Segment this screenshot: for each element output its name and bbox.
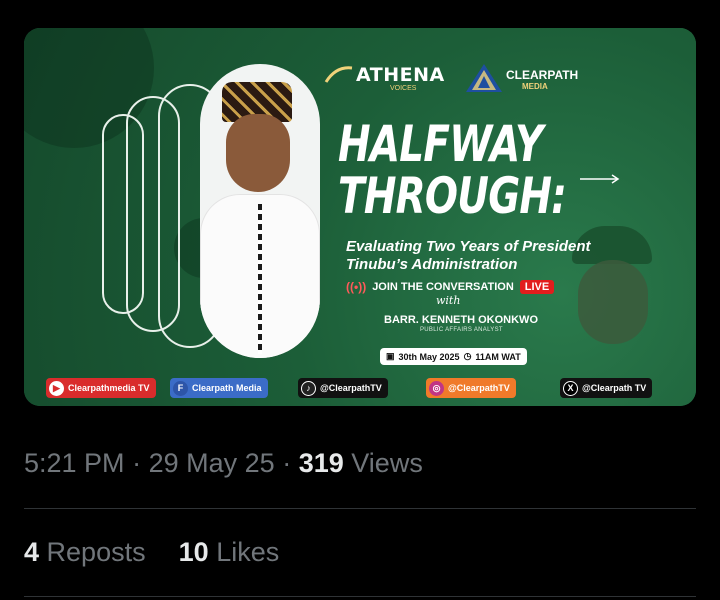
clearpath-triangle-icon bbox=[466, 64, 502, 92]
clearpath-logo-subtext: MEDIA bbox=[522, 82, 548, 91]
broadcast-icon: ((•)) bbox=[346, 280, 367, 294]
headline-line-2: THROUGH: bbox=[338, 167, 567, 225]
reposts-stat[interactable]: 4 Reposts bbox=[24, 537, 153, 567]
athena-logo-subtext: VOICES bbox=[390, 85, 417, 92]
athena-logo-text: ATHENA bbox=[356, 64, 445, 86]
likes-label: Likes bbox=[216, 537, 280, 567]
divider bbox=[24, 508, 696, 509]
facebook-icon: F bbox=[173, 380, 188, 396]
post-media-image[interactable]: ATHENA VOICES CLEARPATH MEDIA HALFWAY TH… bbox=[24, 28, 696, 406]
x-logo-icon: X bbox=[563, 380, 578, 396]
tiktok-handle-text: @ClearpathTV bbox=[320, 383, 382, 393]
post-time[interactable]: 5:21 PM bbox=[24, 448, 125, 478]
reposts-label: Reposts bbox=[46, 537, 146, 567]
flyer-headline: HALFWAY THROUGH: bbox=[338, 115, 567, 225]
join-text: JOIN THE CONVERSATION bbox=[372, 281, 514, 293]
facebook-handle-text: Clearpath Media bbox=[192, 383, 262, 393]
likes-count: 10 bbox=[178, 537, 209, 567]
guest-role: PUBLIC AFFAIRS ANALYST bbox=[420, 327, 503, 333]
athena-voices-logo: ATHENA VOICES bbox=[324, 62, 444, 92]
separator: · bbox=[132, 448, 142, 478]
event-date: 30th May 2025 bbox=[398, 351, 460, 362]
separator: · bbox=[282, 448, 292, 478]
facebook-handle: F Clearpath Media bbox=[170, 378, 268, 398]
portrait-trim bbox=[258, 204, 262, 354]
calendar-icon: ▣ bbox=[386, 351, 395, 361]
views-label: Views bbox=[351, 448, 423, 478]
arrow-right-icon bbox=[580, 174, 620, 184]
clearpath-media-logo: CLEARPATH MEDIA bbox=[462, 62, 578, 99]
post-date[interactable]: 29 May 25 bbox=[149, 448, 275, 478]
subtitle-line-2: Tinubu’s Administration bbox=[346, 256, 518, 273]
x-handle: X @Clearpath TV bbox=[560, 378, 653, 398]
guest-name: BARR. KENNETH OKONKWO bbox=[384, 314, 538, 326]
x-handle-text: @Clearpath TV bbox=[582, 383, 647, 393]
headline-line-1: HALFWAY bbox=[338, 115, 543, 173]
instagram-handle: ◎ @ClearpathTV bbox=[426, 378, 516, 398]
sponsor-logos: ATHENA VOICES CLEARPATH MEDIA bbox=[324, 62, 584, 98]
guest-portrait bbox=[200, 64, 320, 358]
join-conversation-row: ((•)) JOIN THE CONVERSATION LIVE bbox=[346, 280, 555, 294]
subtitle-line-1: Evaluating Two Years of President bbox=[346, 238, 591, 255]
athena-swoosh-icon bbox=[324, 66, 353, 83]
tiktok-handle: ♪ @ClearpathTV bbox=[298, 378, 388, 398]
clearpath-logo-text: CLEARPATH bbox=[506, 68, 579, 82]
clock-icon: ◷ bbox=[463, 351, 472, 361]
portrait-face bbox=[226, 114, 290, 192]
event-time: 11AM WAT bbox=[475, 351, 521, 362]
flyer-subtitle: Evaluating Two Years of President Tinubu… bbox=[346, 238, 591, 274]
reposts-count: 4 bbox=[24, 537, 40, 567]
instagram-icon: ◎ bbox=[429, 380, 444, 396]
views-count: 319 bbox=[298, 448, 344, 478]
youtube-icon: ▶ bbox=[49, 380, 64, 396]
social-handles: ▶ Clearpathmedia TV F Clearpath Media ♪ … bbox=[46, 378, 686, 400]
youtube-handle-text: Clearpathmedia TV bbox=[68, 383, 150, 393]
likes-stat[interactable]: 10 Likes bbox=[179, 537, 280, 567]
tiktok-icon: ♪ bbox=[301, 380, 316, 396]
post-metadata: 5:21 PM · 29 May 25 · 319 Views bbox=[24, 448, 423, 479]
divider bbox=[24, 596, 696, 597]
engagement-stats: 4 Reposts 10 Likes bbox=[24, 537, 279, 568]
with-text: with bbox=[436, 294, 461, 307]
live-badge: LIVE bbox=[519, 280, 555, 294]
youtube-handle: ▶ Clearpathmedia TV bbox=[46, 378, 156, 398]
event-date-pill: ▣ 30th May 2025 ◷ 11AM WAT bbox=[380, 348, 527, 365]
instagram-handle-text: @ClearpathTV bbox=[448, 383, 510, 393]
